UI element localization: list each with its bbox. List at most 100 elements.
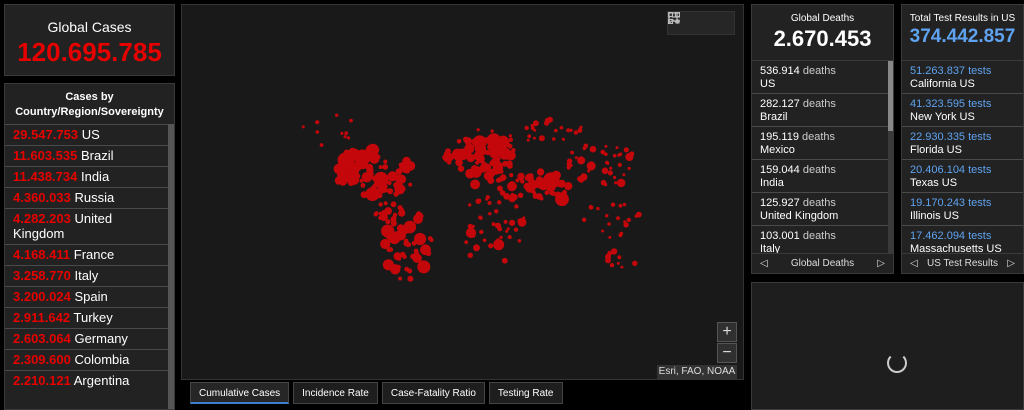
case-marker[interactable] (473, 244, 480, 252)
case-marker[interactable] (499, 169, 504, 174)
case-marker[interactable] (343, 135, 347, 139)
case-marker[interactable] (475, 168, 480, 173)
case-marker[interactable] (528, 173, 534, 179)
case-marker[interactable] (609, 166, 613, 170)
country-row[interactable]: 4.168.411 France (5, 244, 169, 265)
zoom-in-button[interactable]: + (717, 322, 737, 342)
map-attribution[interactable]: Esri, FAO, NOAA (657, 365, 737, 379)
case-marker[interactable] (497, 200, 502, 205)
case-marker[interactable] (617, 255, 622, 260)
case-marker[interactable] (371, 175, 377, 181)
deaths-list[interactable]: 536.914 deaths US 282.127 deaths Brazil 195.… (752, 61, 888, 259)
case-marker[interactable] (508, 161, 513, 166)
case-marker[interactable] (378, 215, 383, 220)
case-marker[interactable] (412, 253, 422, 263)
country-row[interactable]: 11.438.734 India (5, 166, 169, 187)
case-marker[interactable] (554, 128, 558, 133)
case-marker[interactable] (539, 196, 544, 201)
case-marker[interactable] (625, 152, 634, 162)
case-marker[interactable] (494, 209, 499, 214)
case-marker[interactable] (488, 243, 494, 249)
case-marker[interactable] (383, 184, 388, 189)
case-marker[interactable] (567, 162, 571, 166)
tab-cumulative-cases[interactable]: Cumulative Cases (190, 382, 290, 404)
next-icon[interactable]: ▷ (877, 258, 885, 269)
tests-row[interactable]: 22.930.335 tests Florida US (902, 127, 1023, 160)
case-marker[interactable] (429, 237, 434, 243)
case-marker[interactable] (396, 264, 401, 270)
case-marker[interactable] (370, 194, 375, 199)
case-marker[interactable] (509, 173, 514, 178)
case-marker[interactable] (360, 183, 366, 188)
next-icon[interactable]: ▷ (1007, 258, 1015, 269)
case-marker[interactable] (457, 165, 465, 172)
case-marker[interactable] (444, 157, 449, 162)
case-marker[interactable] (344, 131, 349, 136)
case-marker[interactable] (634, 214, 638, 218)
case-marker[interactable] (577, 128, 583, 133)
case-marker[interactable] (579, 125, 583, 129)
case-marker[interactable] (581, 217, 587, 222)
case-marker[interactable] (555, 192, 569, 207)
case-marker[interactable] (402, 254, 407, 259)
case-marker[interactable] (456, 139, 462, 144)
case-marker[interactable] (513, 227, 519, 232)
case-marker[interactable] (505, 229, 509, 233)
case-marker[interactable] (508, 137, 513, 142)
case-marker[interactable] (366, 143, 380, 156)
deaths-row[interactable]: 195.119 deaths Mexico (752, 127, 888, 160)
case-marker[interactable] (349, 118, 353, 123)
prev-icon[interactable]: ◁ (760, 258, 768, 269)
case-marker[interactable] (577, 156, 586, 165)
case-marker[interactable] (589, 145, 597, 153)
case-marker[interactable] (483, 163, 491, 172)
case-marker[interactable] (390, 220, 397, 227)
case-marker[interactable] (632, 260, 638, 266)
case-marker[interactable] (497, 226, 503, 232)
case-marker[interactable] (577, 176, 583, 182)
tab-incidence-rate[interactable]: Incidence Rate (293, 382, 378, 404)
case-marker[interactable] (512, 184, 517, 189)
prev-icon[interactable]: ◁ (910, 258, 918, 269)
case-marker[interactable] (373, 212, 378, 217)
case-marker[interactable] (583, 143, 589, 149)
case-marker[interactable] (536, 168, 545, 176)
case-marker[interactable] (619, 231, 624, 236)
case-marker[interactable] (532, 136, 536, 140)
case-marker[interactable] (608, 235, 612, 239)
case-marker[interactable] (530, 123, 535, 128)
case-marker[interactable] (488, 173, 494, 179)
case-marker[interactable] (601, 167, 609, 175)
case-marker[interactable] (346, 136, 351, 140)
case-marker[interactable] (378, 176, 383, 181)
case-marker[interactable] (538, 135, 545, 142)
case-marker[interactable] (315, 120, 320, 125)
country-row[interactable]: 2.309.600 Colombia (5, 349, 169, 370)
case-marker[interactable] (506, 227, 510, 231)
country-row[interactable]: 3.258.770 Italy (5, 265, 169, 286)
case-marker[interactable] (527, 134, 532, 139)
case-marker[interactable] (465, 227, 477, 238)
case-marker[interactable] (508, 134, 512, 138)
case-marker[interactable] (490, 129, 494, 133)
case-marker[interactable] (403, 240, 410, 247)
deaths-row[interactable]: 125.927 deaths United Kingdom (752, 193, 888, 226)
case-marker[interactable] (515, 178, 520, 183)
case-marker[interactable] (479, 216, 483, 220)
deaths-row[interactable]: 536.914 deaths US (752, 61, 888, 94)
case-marker[interactable] (509, 219, 516, 226)
case-marker[interactable] (499, 235, 503, 240)
qr-icon[interactable] (668, 12, 730, 30)
case-marker[interactable] (349, 149, 361, 161)
case-marker[interactable] (385, 219, 391, 225)
country-row[interactable]: 2.911.642 Turkey (5, 307, 169, 328)
case-marker[interactable] (507, 235, 512, 240)
case-marker[interactable] (383, 201, 388, 206)
case-marker[interactable] (387, 180, 392, 186)
case-marker[interactable] (610, 248, 618, 255)
country-row[interactable]: 29.547.753 US (5, 124, 169, 145)
country-row[interactable]: 3.200.024 Spain (5, 286, 169, 307)
case-marker[interactable] (340, 131, 344, 135)
case-marker[interactable] (623, 220, 627, 224)
case-marker[interactable] (616, 261, 620, 265)
